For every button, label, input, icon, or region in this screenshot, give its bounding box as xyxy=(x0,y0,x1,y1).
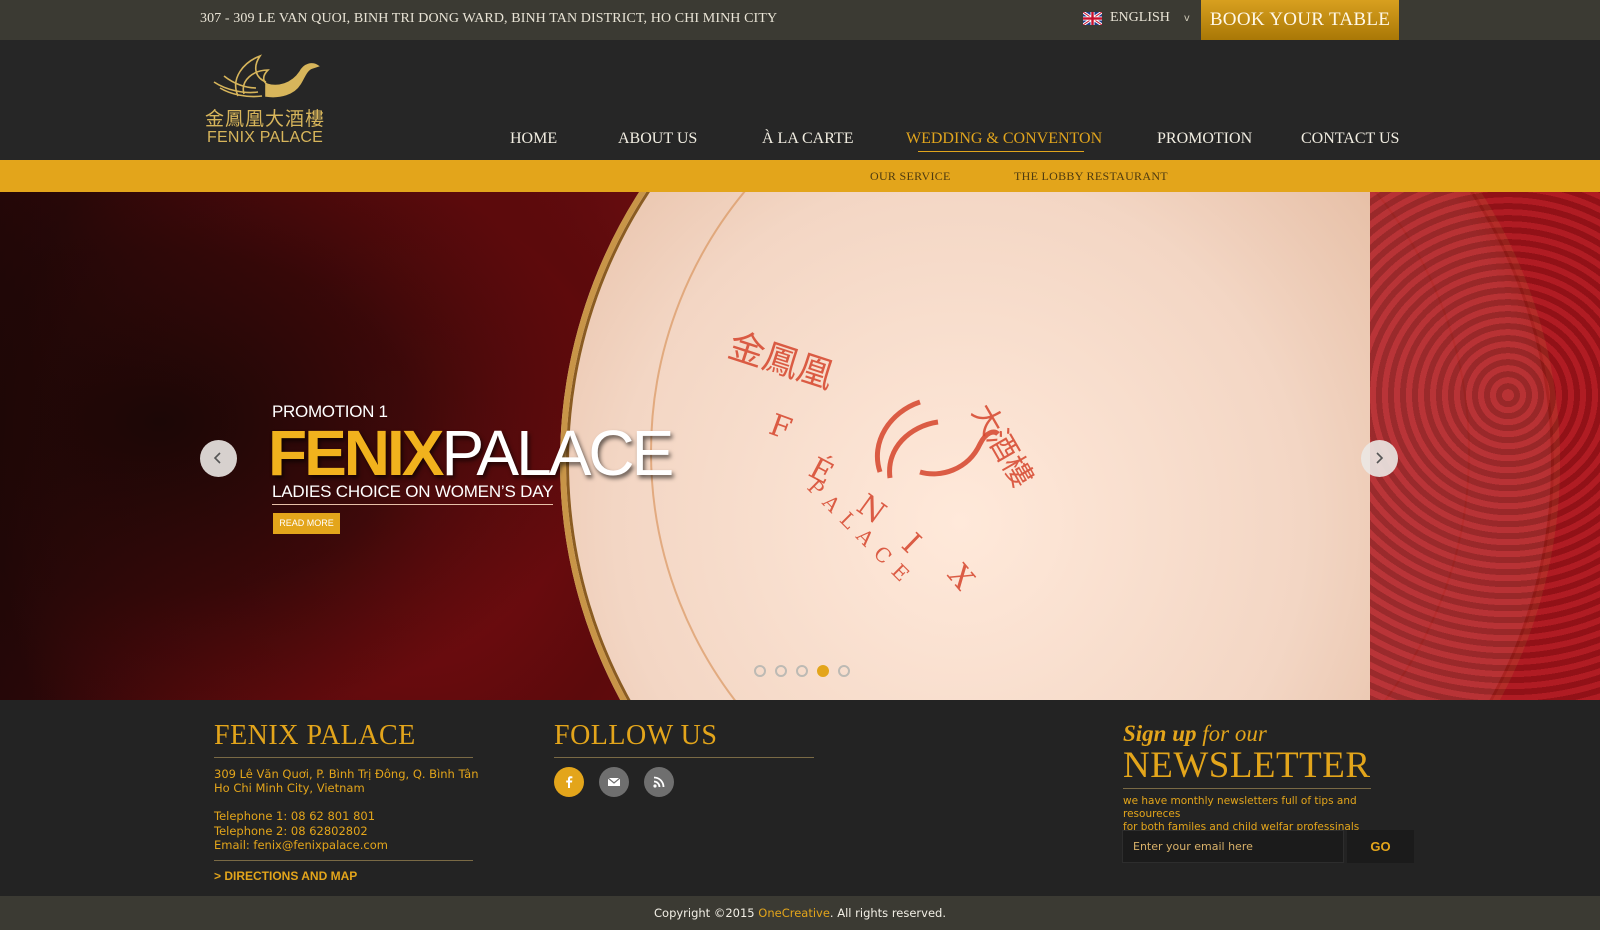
newsletter-email-input[interactable] xyxy=(1122,830,1344,863)
nav-active-underline xyxy=(918,151,1084,152)
uk-flag-icon xyxy=(1082,10,1103,26)
newsletter-go-button[interactable]: GO xyxy=(1347,830,1414,863)
facebook-button[interactable] xyxy=(554,767,584,797)
onecreative-link[interactable]: OneCreative xyxy=(758,906,830,920)
slider-dot[interactable] xyxy=(796,665,808,677)
signup-rest: for our xyxy=(1196,721,1267,746)
promo-title-gold: FENIX xyxy=(268,417,444,489)
footer-address-line2: Ho Chi Minh City, Vietnam xyxy=(214,781,365,795)
footer-fenix-title: FENIX PALACE xyxy=(214,720,416,751)
promo-title-white: PALACE xyxy=(441,417,674,489)
nav-contact-us[interactable]: CONTACT US xyxy=(1301,130,1399,148)
footer-divider xyxy=(554,757,814,758)
slider-dots xyxy=(754,665,850,677)
language-label: ENGLISH xyxy=(1110,10,1170,25)
logo-chinese-text: 金鳳凰大酒樓 xyxy=(204,108,325,130)
slider-dot-active[interactable] xyxy=(817,665,829,677)
email-icon xyxy=(607,777,621,786)
rss-button[interactable] xyxy=(644,767,674,797)
sub-nav-bar xyxy=(0,160,1600,192)
footer-email[interactable]: Email: fenix@fenixpalace.com xyxy=(214,838,388,853)
nav-home[interactable]: HOME xyxy=(510,130,557,148)
chevron-down-icon: v xyxy=(1183,12,1190,24)
nav-a-la-carte[interactable]: À LA CARTE xyxy=(762,130,853,148)
footer-phone2: Telephone 2: 08 62802802 xyxy=(214,824,368,838)
chevron-left-icon xyxy=(213,452,221,464)
directions-link[interactable]: > DIRECTIONS AND MAP xyxy=(214,869,357,883)
nav-wedding-convention[interactable]: WEDDING & CONVENTON xyxy=(906,130,1102,148)
footer-address-line1: 309 Lê Văn Quơi, P. Bình Trị Đông, Q. Bì… xyxy=(214,767,479,781)
footer-follow-title: FOLLOW US xyxy=(554,720,718,751)
footer-phone1: Telephone 1: 08 62 801 801 xyxy=(214,809,376,823)
facebook-icon xyxy=(566,776,573,788)
slider-dot[interactable] xyxy=(838,665,850,677)
logo-english-text: FENIX PALACE xyxy=(207,129,323,146)
copyright-text: Copyright ©2015 OneCreative. All rights … xyxy=(0,906,1600,920)
footer-divider xyxy=(214,860,473,861)
nav-promotion[interactable]: PROMOTION xyxy=(1157,130,1252,148)
signup-bold: Sign up xyxy=(1123,721,1197,746)
book-table-button[interactable]: BOOK YOUR TABLE xyxy=(1201,0,1399,40)
read-more-button[interactable]: READ MORE xyxy=(273,513,340,534)
copyright-prefix: Copyright ©2015 xyxy=(654,906,759,920)
footer-divider xyxy=(1123,788,1371,789)
newsletter-description: we have monthly newsletters full of tips… xyxy=(1123,795,1413,834)
email-button[interactable] xyxy=(599,767,629,797)
lace-cloth-image xyxy=(1370,192,1600,700)
newsletter-description-line1: we have monthly newsletters full of tips… xyxy=(1123,795,1357,820)
chevron-right-icon xyxy=(1376,452,1384,464)
copyright-suffix: . All rights reserved. xyxy=(829,906,946,920)
rss-icon xyxy=(653,776,665,788)
subnav-lobby-restaurant[interactable]: THE LOBBY RESTAURANT xyxy=(1014,169,1168,184)
logo[interactable]: 金鳳凰大酒樓 FENIX PALACE xyxy=(200,48,330,153)
footer-divider xyxy=(214,757,473,758)
address-text: 307 - 309 LE VAN QUOI, BINH TRI DONG WAR… xyxy=(200,11,778,26)
subnav-our-service[interactable]: OUR SERVICE xyxy=(870,169,951,184)
nav-about-us[interactable]: ABOUT US xyxy=(618,130,697,148)
slider-dot[interactable] xyxy=(754,665,766,677)
promo-title: FENIXPALACE xyxy=(268,417,674,489)
newsletter-title: NEWSLETTER xyxy=(1123,745,1371,786)
promo-subtitle: LADIES CHOICE ON WOMEN’S DAY xyxy=(272,482,553,505)
language-selector[interactable]: ENGLISH v xyxy=(1082,10,1190,26)
hero-slider: 金鳳凰 F É N I X PALACE 大酒樓 xyxy=(0,192,1600,700)
slider-dot[interactable] xyxy=(775,665,787,677)
phoenix-emblem-icon xyxy=(874,399,1000,479)
slider-prev-button[interactable] xyxy=(200,440,237,477)
slider-next-button[interactable] xyxy=(1361,440,1398,477)
